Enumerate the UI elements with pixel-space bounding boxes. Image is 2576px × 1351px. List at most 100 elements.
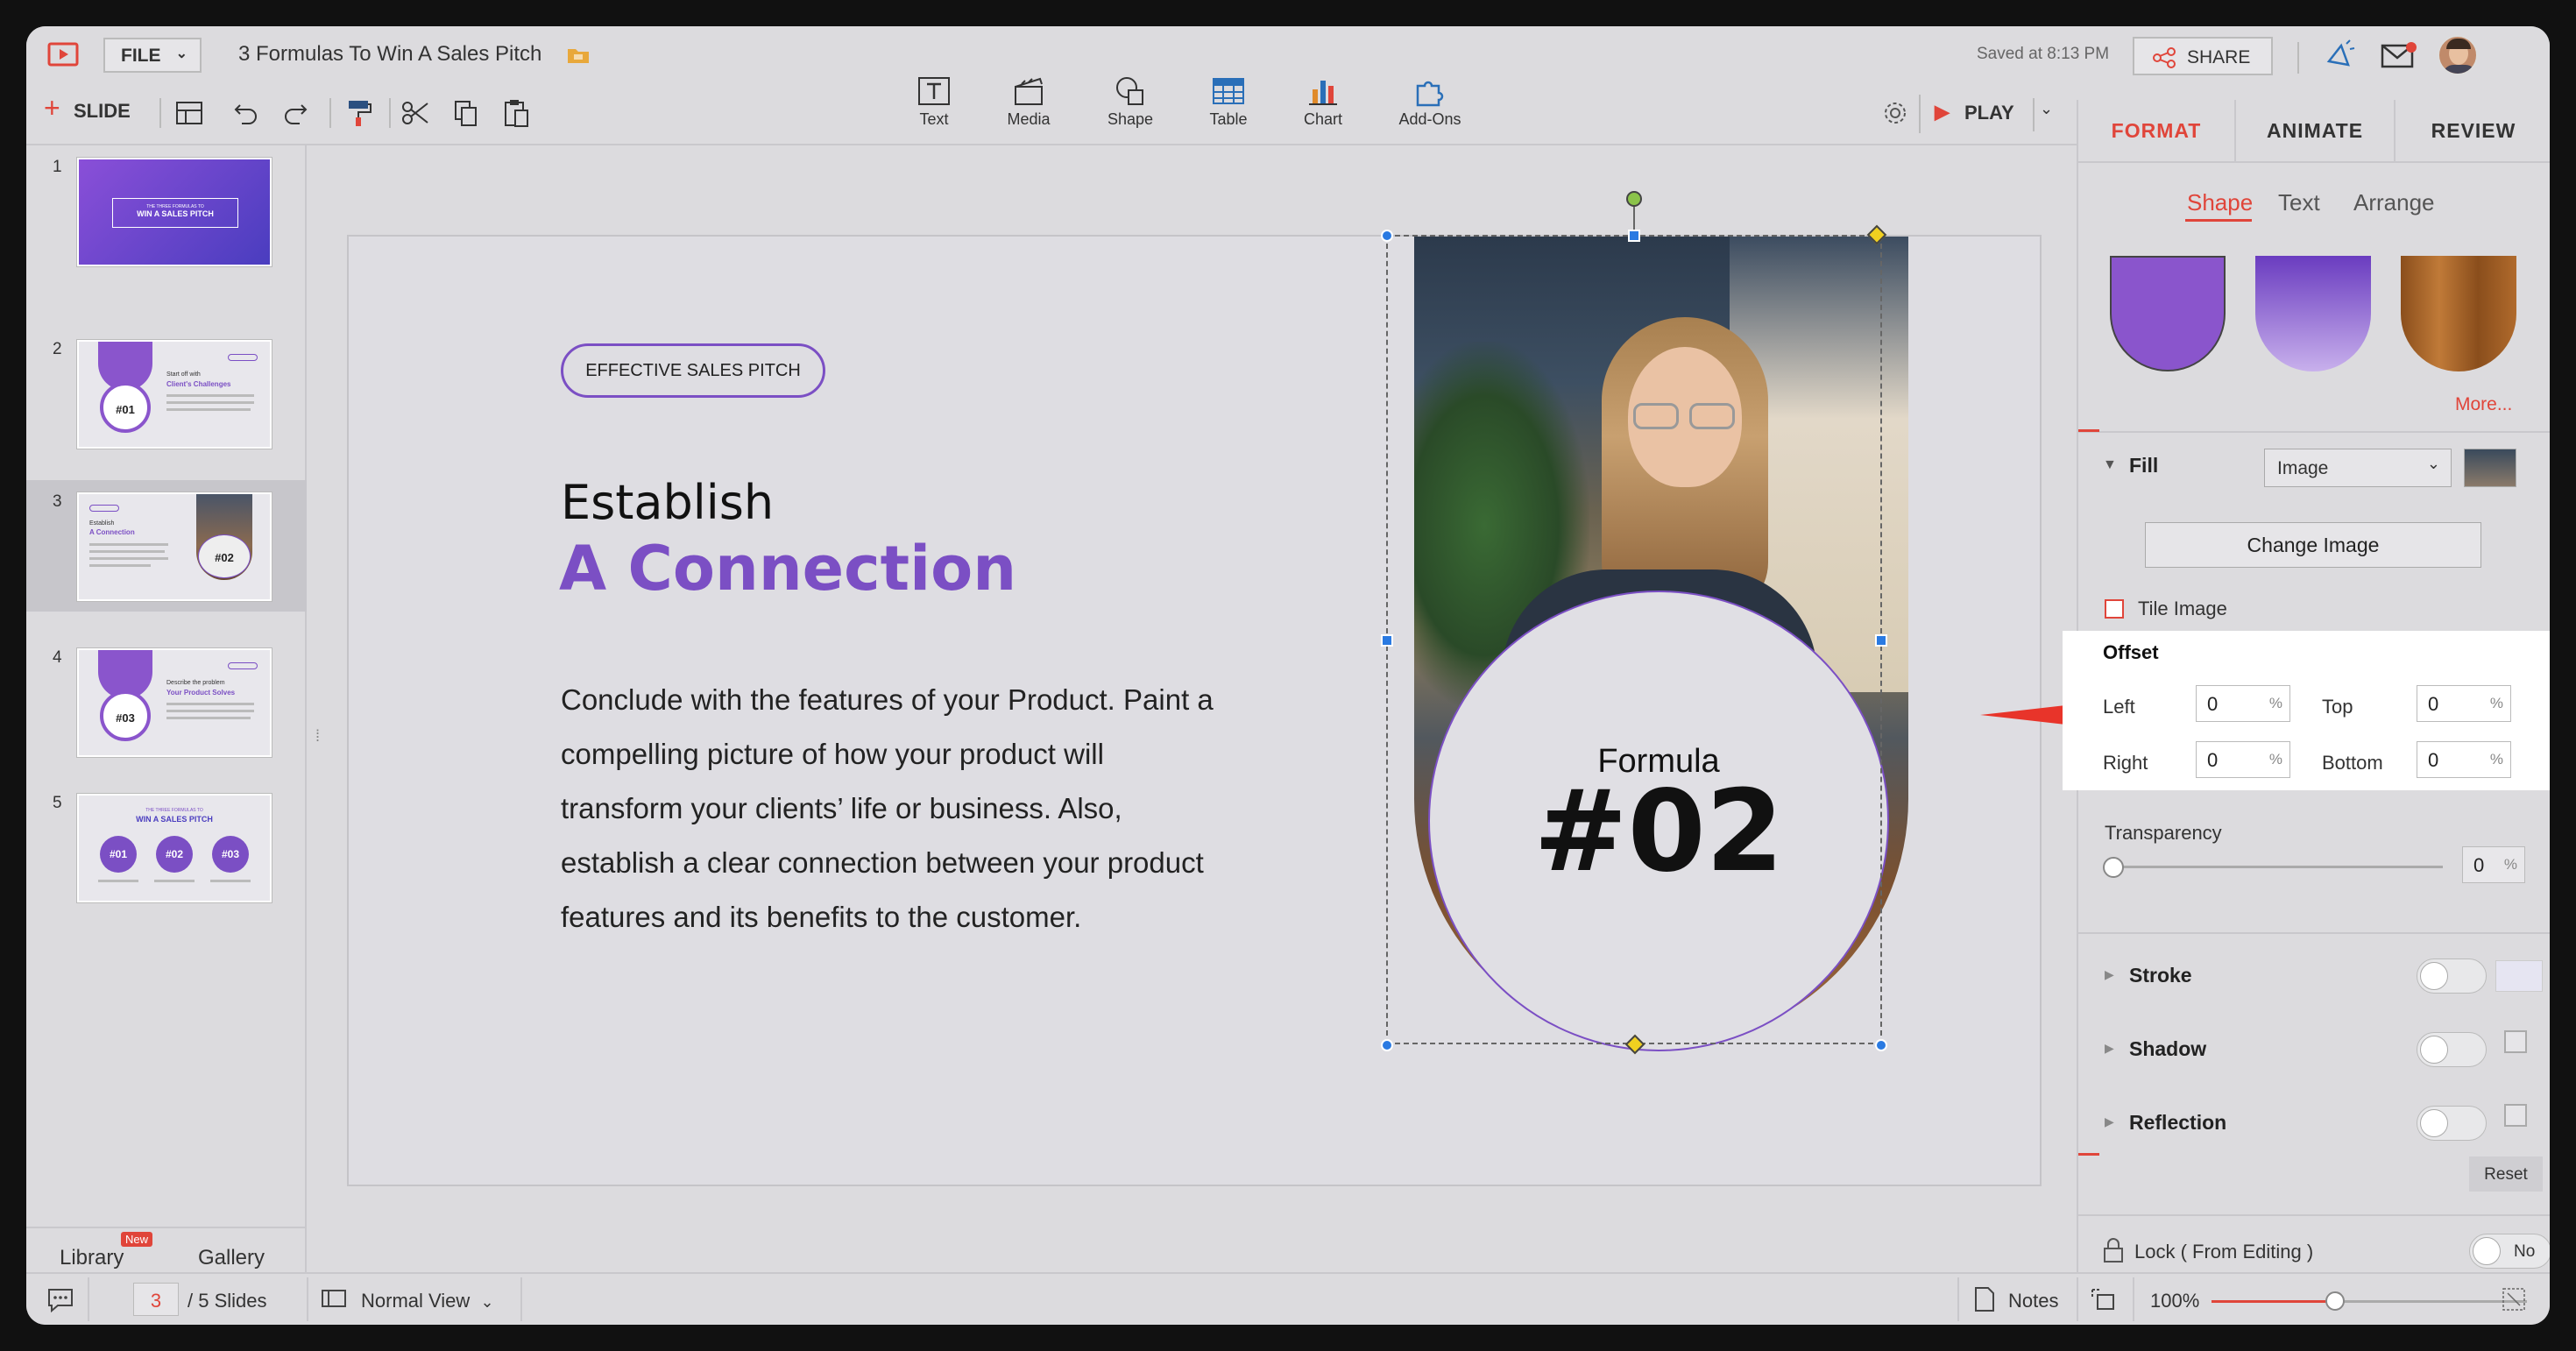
insert-table-button[interactable]: Table bbox=[1185, 75, 1272, 129]
subtab-text[interactable]: Text bbox=[2278, 189, 2320, 216]
resize-handle[interactable] bbox=[1381, 1039, 1393, 1051]
layout-icon[interactable] bbox=[175, 100, 203, 126]
fill-type-value: Image bbox=[2277, 458, 2329, 478]
thumb-number: #03 bbox=[100, 690, 151, 741]
share-button[interactable]: SHARE bbox=[2133, 37, 2273, 75]
announcement-icon[interactable] bbox=[2322, 39, 2357, 74]
zoom-slider-knob[interactable] bbox=[2325, 1291, 2345, 1311]
avatar[interactable] bbox=[2438, 35, 2478, 75]
redo-icon[interactable] bbox=[282, 100, 308, 126]
gallery-tab[interactable]: Gallery bbox=[198, 1246, 265, 1270]
transparency-slider-knob[interactable] bbox=[2103, 857, 2124, 878]
notes-icon[interactable] bbox=[1973, 1286, 1996, 1317]
cut-icon[interactable] bbox=[401, 100, 429, 126]
offset-top-input[interactable]: 0 % bbox=[2417, 685, 2511, 722]
insert-text-button[interactable]: Text bbox=[890, 75, 978, 129]
fit-slide-icon[interactable] bbox=[2091, 1288, 2117, 1317]
view-mode-dropdown[interactable]: Normal View ⌄ bbox=[361, 1290, 494, 1312]
more-styles-link[interactable]: More... bbox=[2455, 394, 2512, 415]
resize-handle[interactable] bbox=[1875, 1039, 1887, 1051]
tab-format[interactable]: FORMAT bbox=[2078, 100, 2234, 161]
add-slide-label: SLIDE bbox=[74, 100, 131, 122]
fill-image-preview[interactable] bbox=[2464, 449, 2516, 487]
insert-shape-button[interactable]: Shape bbox=[1086, 75, 1174, 129]
transparency-slider-track[interactable] bbox=[2110, 866, 2443, 868]
subtab-shape[interactable]: Shape bbox=[2187, 189, 2253, 216]
notes-button[interactable]: Notes bbox=[2008, 1290, 2058, 1312]
shape-style-swatch[interactable] bbox=[2401, 256, 2516, 371]
subtab-arrange[interactable]: Arrange bbox=[2353, 189, 2435, 216]
format-painter-icon[interactable] bbox=[345, 98, 373, 128]
insert-chart-button[interactable]: Chart bbox=[1279, 75, 1367, 129]
rotate-handle[interactable] bbox=[1626, 191, 1642, 207]
resize-handle[interactable] bbox=[1381, 634, 1393, 647]
text-box-icon bbox=[918, 77, 950, 105]
shape-style-swatch[interactable] bbox=[2255, 256, 2371, 371]
insert-media-button[interactable]: Media bbox=[985, 75, 1072, 129]
caret-right-icon[interactable]: ▶ bbox=[2105, 1041, 2114, 1056]
resize-handle[interactable] bbox=[1628, 230, 1640, 242]
slide-thumb-2[interactable]: 2 #01 Start off with Client's Challenges bbox=[26, 336, 307, 468]
transparency-input[interactable]: 0 % bbox=[2462, 846, 2525, 883]
tab-animate[interactable]: ANIMATE bbox=[2236, 100, 2394, 161]
play-options-chevron-down-icon[interactable]: ⌄ bbox=[2040, 100, 2053, 118]
document-title[interactable]: 3 Formulas To Win A Sales Pitch bbox=[238, 42, 541, 67]
shadow-toggle[interactable] bbox=[2417, 1032, 2487, 1067]
reflection-toggle[interactable] bbox=[2417, 1106, 2487, 1141]
settings-gear-icon[interactable] bbox=[1880, 98, 1910, 128]
caret-down-icon[interactable]: ▼ bbox=[2103, 457, 2117, 473]
format-panel: FORMAT ANIMATE REVIEW Shape Text Arrange… bbox=[2063, 100, 2550, 1272]
slide-thumb-5[interactable]: 5 THE THREE FORMULAS TO WIN A SALES PITC… bbox=[26, 782, 307, 913]
lock-label: Lock ( From Editing ) bbox=[2134, 1241, 2314, 1263]
table-icon bbox=[1213, 78, 1244, 104]
mail-icon[interactable] bbox=[2380, 40, 2418, 72]
slide-heading-line1[interactable]: Establish bbox=[561, 475, 774, 530]
folder-icon[interactable] bbox=[566, 44, 591, 69]
file-menu[interactable]: FILE ⌄ bbox=[103, 38, 202, 73]
reset-button[interactable]: Reset bbox=[2469, 1156, 2543, 1192]
normal-view-icon[interactable] bbox=[321, 1288, 347, 1313]
panel-resize-handle[interactable]: ⁞ bbox=[315, 727, 320, 746]
comments-icon[interactable] bbox=[46, 1286, 75, 1317]
current-slide-input[interactable]: 3 bbox=[133, 1283, 179, 1316]
fill-type-select[interactable]: Image ⌄ bbox=[2264, 449, 2452, 487]
stroke-color-swatch[interactable] bbox=[2495, 960, 2543, 992]
slide-heading-line2[interactable]: A Connection bbox=[559, 533, 1016, 605]
add-slide-button[interactable]: + SLIDE bbox=[44, 92, 131, 124]
slide-thumb-3-selected[interactable]: 3 Establish A Connection #02 bbox=[26, 480, 307, 612]
zoom-slider-track[interactable] bbox=[2212, 1300, 2527, 1303]
offset-right-input[interactable]: 0 % bbox=[2196, 741, 2290, 778]
resize-handle[interactable] bbox=[1875, 634, 1887, 647]
caret-right-icon[interactable]: ▶ bbox=[2105, 967, 2114, 982]
copy-icon[interactable] bbox=[452, 98, 480, 128]
reflection-preset-swatch[interactable] bbox=[2504, 1104, 2527, 1127]
slide-thumb-1[interactable]: 1 THE THREE FORMULAS TO WIN A SALES PITC… bbox=[26, 145, 307, 277]
shadow-preset-swatch[interactable] bbox=[2504, 1030, 2527, 1053]
subtab-underline bbox=[2185, 219, 2252, 222]
insert-addons-label: Add-Ons bbox=[1398, 110, 1461, 128]
caret-right-icon[interactable]: ▶ bbox=[2105, 1114, 2114, 1129]
stroke-toggle[interactable] bbox=[2417, 958, 2487, 994]
resize-handle[interactable] bbox=[1381, 230, 1393, 242]
app-logo-icon[interactable] bbox=[46, 39, 81, 70]
library-tab[interactable]: Library New bbox=[60, 1232, 153, 1270]
offset-left-input[interactable]: 0 % bbox=[2196, 685, 2290, 722]
play-button[interactable]: ▶ PLAY bbox=[1935, 101, 2014, 124]
thumb-title: WIN A SALES PITCH bbox=[136, 815, 213, 824]
offset-bottom-input[interactable]: 0 % bbox=[2417, 741, 2511, 778]
shape-style-swatch[interactable] bbox=[2110, 256, 2226, 371]
reflection-label: Reflection bbox=[2129, 1111, 2227, 1134]
lock-toggle[interactable]: No bbox=[2469, 1234, 2550, 1269]
total-slides: / 5 Slides bbox=[188, 1290, 267, 1312]
slide-pill-label[interactable]: EFFECTIVE SALES PITCH bbox=[561, 343, 825, 398]
undo-icon[interactable] bbox=[233, 100, 259, 126]
slide-thumb-4[interactable]: 4 #03 Describe the problem Your Product … bbox=[26, 636, 307, 767]
paste-icon[interactable] bbox=[503, 98, 531, 128]
slide-number: 2 bbox=[53, 340, 62, 358]
insert-addons-button[interactable]: Add-Ons bbox=[1386, 75, 1474, 129]
tab-review[interactable]: REVIEW bbox=[2396, 100, 2550, 161]
change-image-button[interactable]: Change Image bbox=[2145, 522, 2481, 568]
slide-body-text[interactable]: Conclude with the features of your Produ… bbox=[561, 673, 1314, 944]
tile-image-checkbox[interactable] bbox=[2105, 599, 2124, 619]
fullscreen-icon[interactable] bbox=[2501, 1286, 2527, 1317]
